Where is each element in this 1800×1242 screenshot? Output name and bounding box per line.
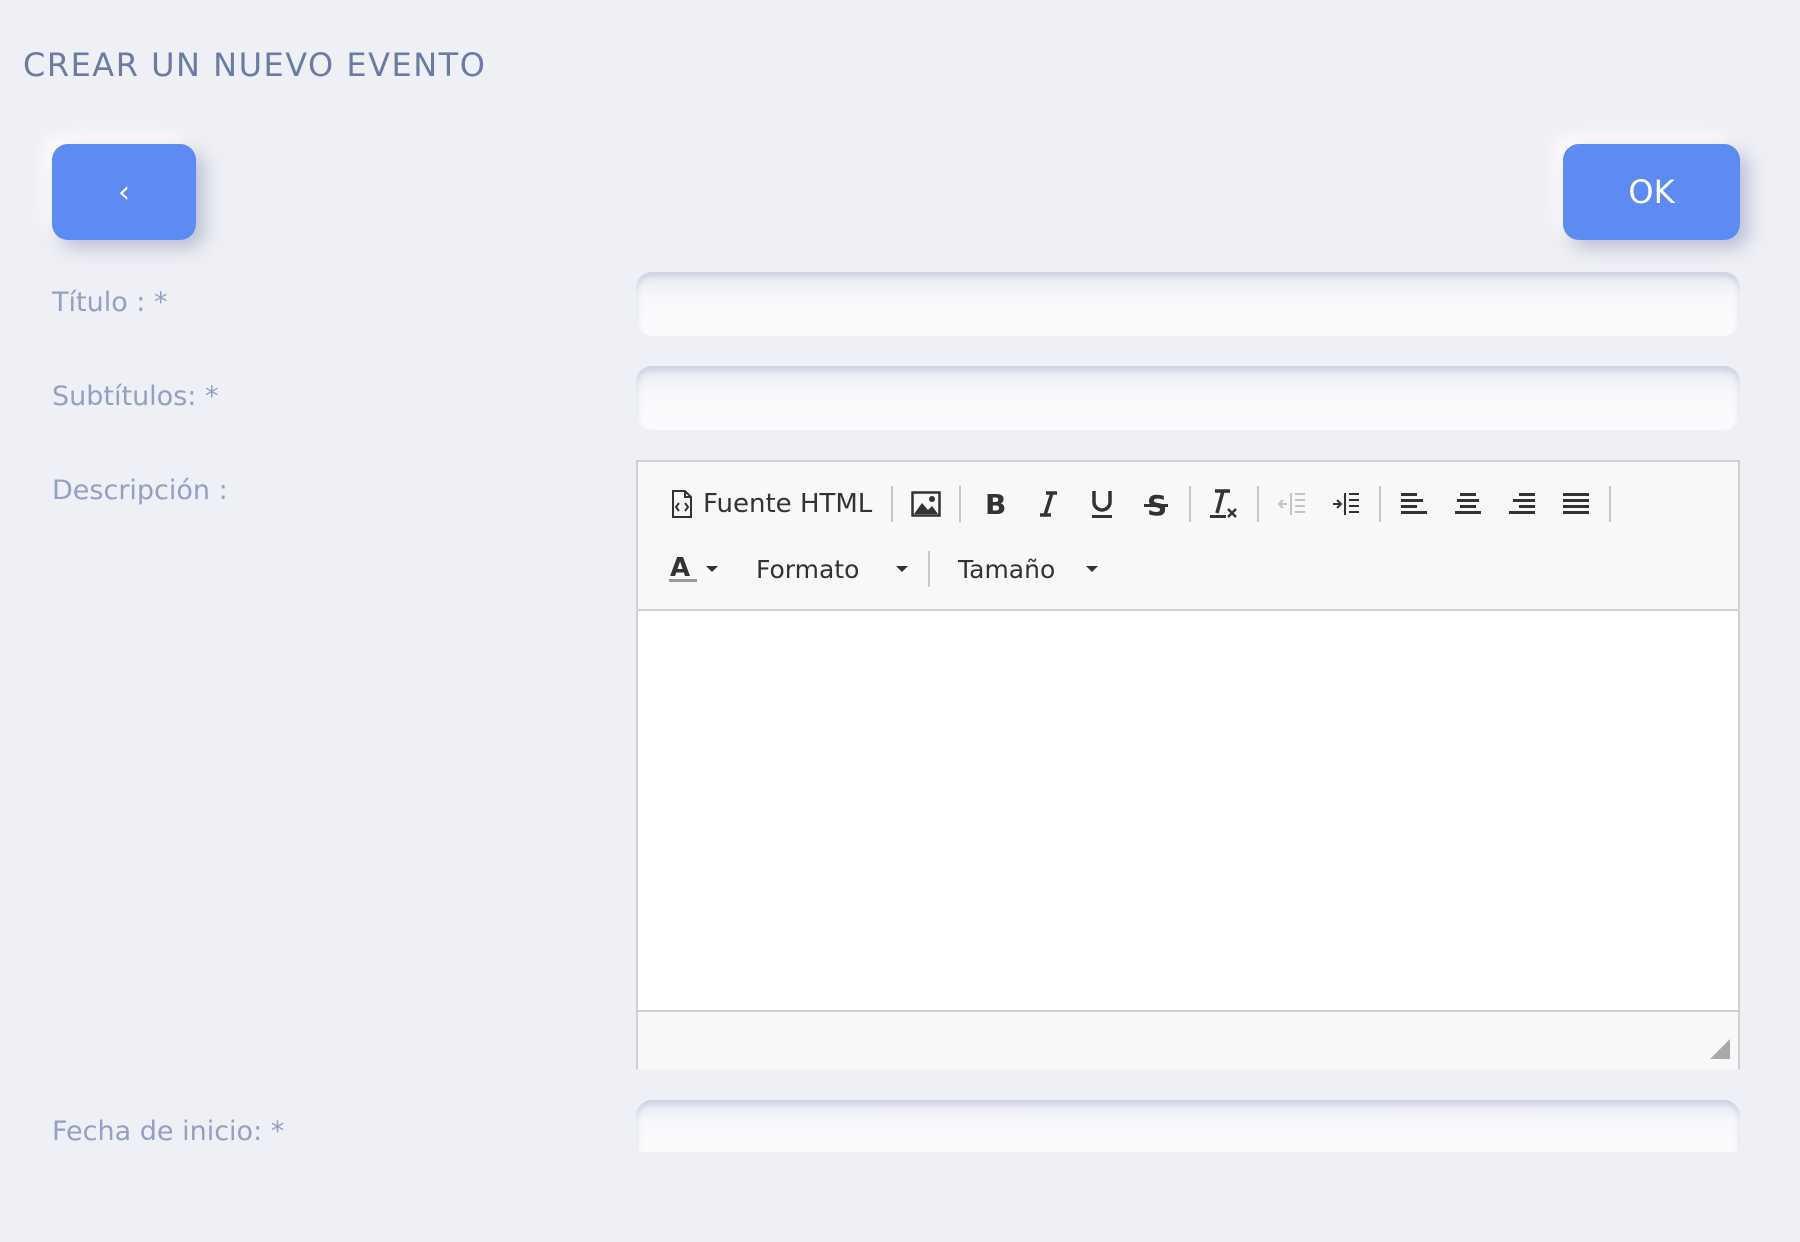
align-center-icon: [1455, 492, 1482, 516]
align-center-button[interactable]: [1444, 482, 1492, 526]
indent-icon: [1331, 491, 1361, 517]
ok-button[interactable]: OK: [1563, 144, 1740, 240]
toolbar-row-1: Fuente HTML B S: [638, 479, 1617, 529]
source-html-label: Fuente HTML: [703, 489, 873, 519]
align-right-icon: [1509, 492, 1536, 516]
text-color-button[interactable]: A: [638, 547, 723, 591]
align-right-button[interactable]: [1498, 482, 1546, 526]
toolbar-separator: [1189, 486, 1192, 522]
description-label: Descripción :: [52, 475, 228, 506]
align-justify-icon: [1563, 492, 1590, 516]
back-button[interactable]: ‹: [52, 144, 196, 240]
image-icon: [911, 491, 942, 517]
image-button[interactable]: [902, 482, 950, 526]
toolbar-row-2: A Formato Tamaño: [638, 544, 1112, 594]
align-justify-button[interactable]: [1552, 482, 1600, 526]
align-left-icon: [1401, 492, 1428, 516]
editor-content-area[interactable]: [638, 611, 1738, 1012]
svg-text:B: B: [985, 490, 1005, 518]
size-dropdown[interactable]: Tamaño: [936, 547, 1112, 591]
outdent-button[interactable]: [1268, 482, 1316, 526]
source-icon: [671, 490, 693, 518]
underline-button[interactable]: [1078, 482, 1126, 526]
bold-icon: B: [983, 490, 1005, 518]
toolbar-separator: [959, 486, 962, 522]
text-color-icon: A: [668, 554, 698, 584]
title-input[interactable]: [636, 272, 1740, 336]
subtitle-label: Subtítulos: *: [52, 381, 219, 412]
chevron-down-icon: [1086, 566, 1098, 572]
align-left-button[interactable]: [1390, 482, 1438, 526]
chevron-down-icon: [706, 566, 718, 572]
size-dropdown-label: Tamaño: [958, 554, 1056, 584]
outdent-icon: [1277, 491, 1307, 517]
strikethrough-icon: S: [1143, 489, 1169, 519]
resize-handle-icon[interactable]: [1710, 1039, 1730, 1059]
remove-format-button[interactable]: [1200, 482, 1248, 526]
toolbar-separator: [1379, 486, 1382, 522]
page-title: CREAR UN NUEVO EVENTO: [23, 46, 487, 84]
indent-button[interactable]: [1322, 482, 1370, 526]
subtitle-input[interactable]: [636, 366, 1740, 430]
editor-toolbar: Fuente HTML B S: [638, 462, 1738, 611]
toolbar-separator: [891, 486, 894, 522]
toolbar-separator: [1609, 486, 1612, 522]
start-date-label: Fecha de inicio: *: [52, 1116, 285, 1147]
italic-icon: [1037, 490, 1059, 518]
italic-button[interactable]: [1024, 482, 1072, 526]
source-html-button[interactable]: Fuente HTML: [641, 482, 882, 526]
editor-statusbar: [638, 1013, 1738, 1069]
remove-format-icon: [1209, 488, 1239, 520]
format-dropdown[interactable]: Formato: [732, 547, 922, 591]
svg-text:A: A: [670, 554, 690, 583]
title-label: Título : *: [52, 287, 168, 318]
format-dropdown-label: Formato: [756, 554, 860, 584]
start-date-input[interactable]: [636, 1100, 1740, 1152]
bold-button[interactable]: B: [970, 482, 1018, 526]
description-editor: Fuente HTML B S: [636, 460, 1740, 1069]
underline-icon: [1090, 489, 1114, 519]
strikethrough-button[interactable]: S: [1132, 482, 1180, 526]
toolbar-separator: [928, 551, 930, 587]
toolbar-separator: [1257, 486, 1260, 522]
chevron-down-icon: [896, 566, 908, 572]
